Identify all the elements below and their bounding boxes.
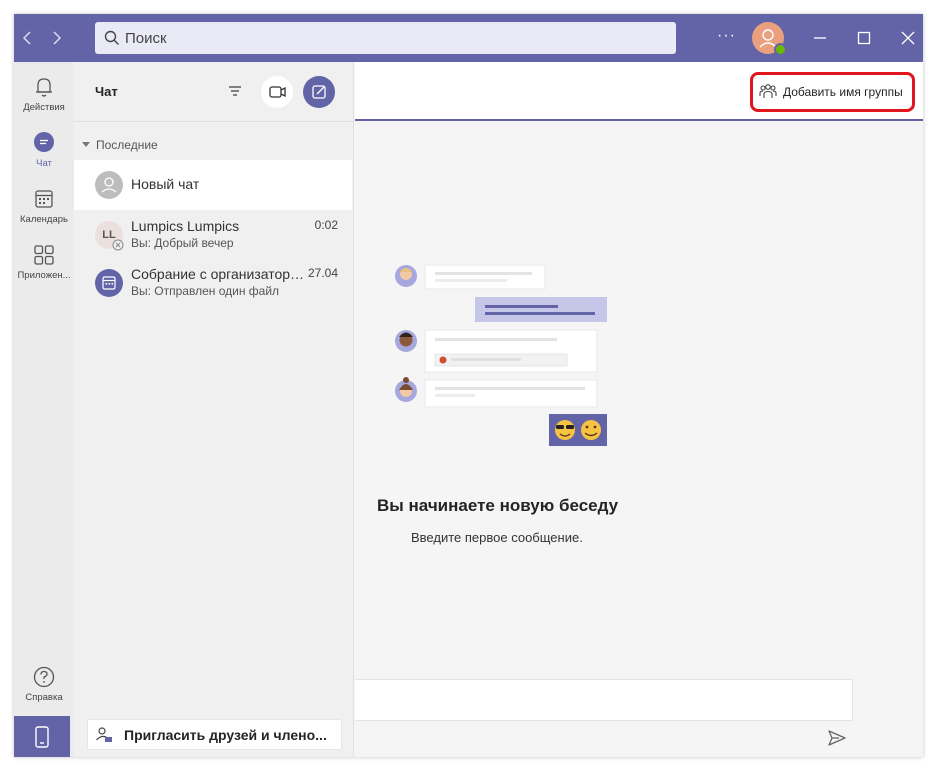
video-camera-icon	[269, 86, 286, 98]
help-icon	[33, 666, 55, 688]
rail-item-help[interactable]: Справка	[14, 662, 74, 714]
presence-available-badge	[774, 43, 787, 56]
chat-item-meeting[interactable]: Собрание с организатором 27.04 Вы: Отпра…	[74, 258, 352, 308]
chat-item-lumpics[interactable]: LL Lumpics Lumpics 0:02 Вы: Добрый вечер	[74, 210, 352, 260]
calendar-icon	[35, 190, 53, 208]
add-group-name-label: Добавить имя группы	[783, 85, 903, 99]
chat-name: Собрание с организатором	[131, 266, 306, 282]
rail-label: Действия	[23, 102, 65, 113]
new-conversation-illustration	[395, 264, 607, 446]
caret-down-icon	[82, 142, 90, 147]
rail-item-activity[interactable]: Действия	[14, 72, 74, 124]
chat-icon	[34, 132, 54, 152]
illustration-avatar-3	[395, 377, 417, 402]
welcome-title: Вы начинаете новую беседу	[377, 496, 619, 515]
section-recent[interactable]: Последние	[82, 138, 158, 152]
minimize-button[interactable]	[810, 28, 830, 48]
emoji-sunglasses-icon	[555, 420, 575, 440]
chat-time: 0:02	[314, 218, 338, 232]
profile-avatar[interactable]	[752, 22, 787, 56]
search-icon	[104, 30, 119, 45]
app-rail: Действия Чат Календарь Приложен... Справ…	[14, 62, 74, 757]
close-icon	[901, 31, 915, 45]
rail-label: Календарь	[20, 214, 68, 225]
conversation-header: Добавить имя группы	[355, 62, 923, 121]
rail-item-apps[interactable]: Приложен...	[14, 240, 74, 292]
welcome-subtitle: Введите первое сообщение.	[411, 530, 583, 545]
rail-item-calendar[interactable]: Календарь	[14, 184, 74, 236]
invite-button[interactable]: Пригласить друзей и члено...	[87, 719, 342, 750]
chat-time: 27.04	[307, 266, 338, 280]
illustration-avatar-1	[395, 265, 417, 287]
close-button[interactable]	[898, 28, 918, 48]
apps-icon	[34, 245, 54, 265]
compose-icon	[312, 85, 326, 99]
chevron-right-icon	[53, 31, 62, 45]
add-group-name-button[interactable]: Добавить имя группы	[750, 72, 915, 112]
teams-window: Поиск ··· Действия Чат Календарь Приложе…	[14, 14, 923, 757]
chat-preview: Вы: Отправлен один файл	[131, 284, 280, 298]
meeting-calendar-icon	[102, 276, 116, 290]
maximize-icon	[857, 31, 871, 45]
minimize-icon	[814, 37, 826, 39]
back-button[interactable]	[18, 28, 38, 48]
meet-now-button[interactable]	[261, 76, 293, 108]
maximize-button[interactable]	[854, 28, 874, 48]
section-label: Последние	[96, 138, 158, 152]
bell-icon	[36, 78, 52, 97]
avatar	[95, 269, 123, 297]
emoji-smile-icon	[581, 420, 601, 440]
more-options-button[interactable]: ···	[717, 26, 736, 46]
chevron-left-icon	[22, 31, 31, 45]
mobile-app-button[interactable]	[14, 716, 70, 757]
rail-label: Чат	[36, 158, 52, 169]
mobile-phone-icon	[35, 726, 49, 748]
message-compose-box[interactable]	[355, 679, 853, 721]
illustration-avatar-2	[395, 330, 417, 352]
filter-button[interactable]	[226, 82, 244, 100]
rail-item-chat[interactable]: Чат	[14, 128, 74, 180]
chat-name: Новый чат	[131, 176, 200, 192]
forward-button[interactable]	[46, 28, 66, 48]
title-bar: Поиск ···	[14, 14, 923, 62]
chat-item-new[interactable]: Новый чат	[74, 160, 352, 210]
invite-people-icon	[96, 727, 112, 742]
invite-label: Пригласить друзей и члено...	[124, 727, 327, 743]
rail-label: Справка	[25, 692, 63, 703]
conversation-pane: Добавить имя группы Вы начинаете новую б…	[355, 62, 923, 757]
avatar	[95, 171, 123, 199]
chat-name: Lumpics Lumpics	[131, 218, 240, 234]
chat-list-title: Чат	[95, 84, 118, 99]
new-chat-button[interactable]	[303, 76, 335, 108]
chat-list-pane: Чат Последние Новый чат LL Lumpics Lumpi…	[74, 62, 354, 757]
search-placeholder: Поиск	[125, 30, 167, 47]
group-people-icon	[759, 84, 777, 98]
chat-preview: Вы: Добрый вечер	[131, 236, 234, 250]
search-input[interactable]: Поиск	[95, 22, 676, 54]
send-icon[interactable]	[827, 728, 847, 748]
user-avatar-icon	[101, 177, 117, 193]
presence-offline-icon	[112, 239, 124, 251]
rail-label: Приложен...	[17, 270, 71, 281]
chat-list-header: Чат	[74, 62, 354, 122]
